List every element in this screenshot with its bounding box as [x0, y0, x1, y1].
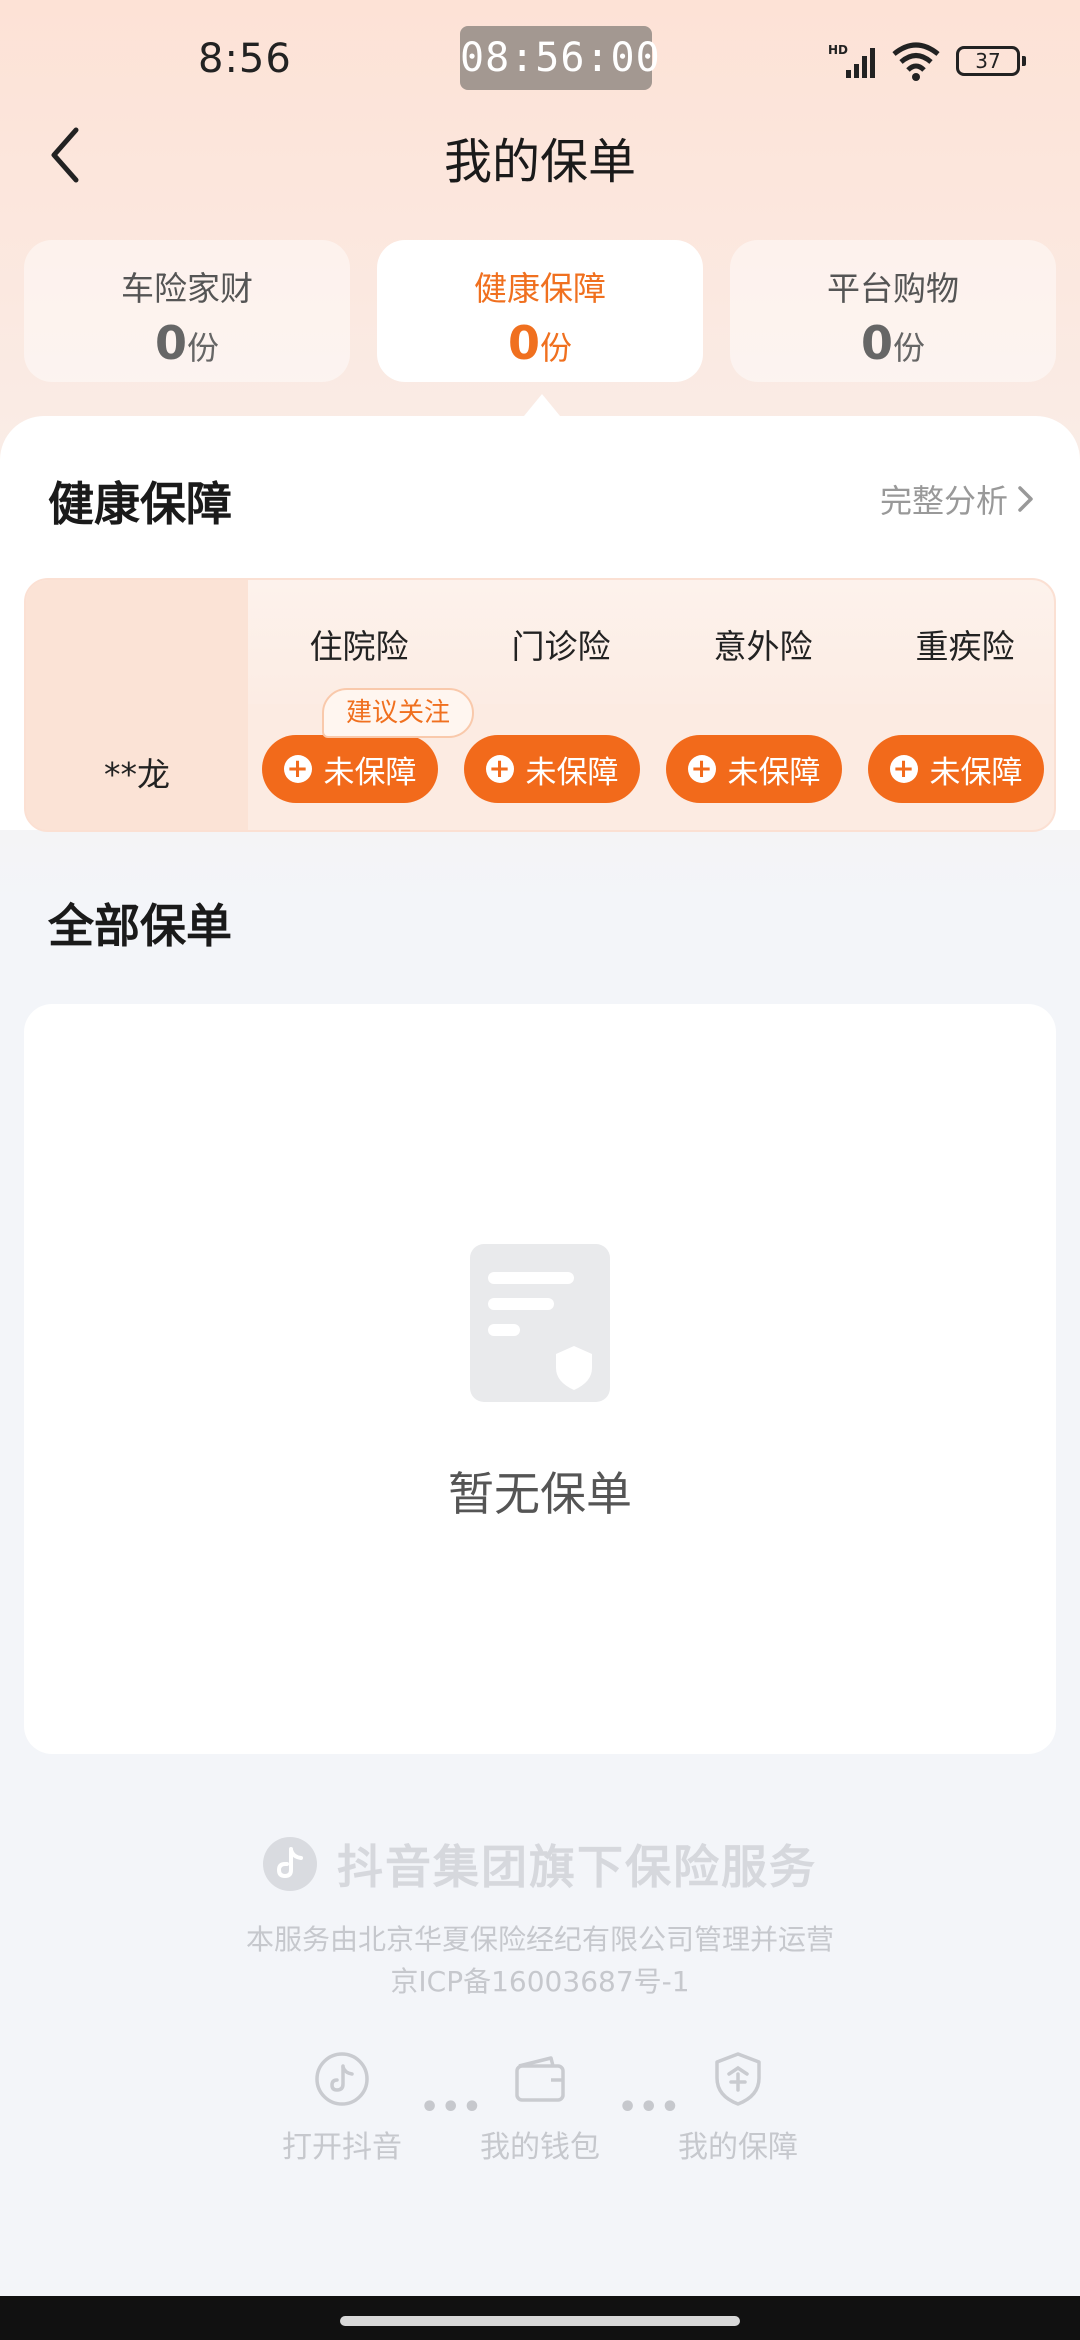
tab-pointer: [524, 394, 560, 416]
chevron-right-icon: [1018, 486, 1033, 512]
status-time: 8:56: [198, 36, 292, 82]
coverage-table: 住院险 门诊险 意外险 重疾险 **龙 + 未保障 + 未保障 + 未保障 + 未保障 …: [24, 578, 1056, 832]
svg-text:HD: HD: [828, 43, 848, 57]
tab-health[interactable]: 健康保障 0份: [377, 240, 703, 382]
operator-statement: 本服务由北京华夏保险经纪有限公司管理并运营: [245, 1923, 834, 1956]
signal-icon: HD: [828, 43, 875, 78]
category-tabs: 车险家财 0份 健康保障 0份 平台购物 0份: [24, 240, 1056, 385]
tab-count: 0份: [860, 316, 926, 370]
col-header-outpatient: 门诊险: [511, 627, 611, 666]
recommend-badge: 建议关注: [322, 688, 474, 738]
tab-label: 车险家财: [121, 269, 253, 308]
home-indicator[interactable]: [340, 2316, 740, 2326]
plus-icon: +: [889, 755, 918, 783]
plus-icon: +: [687, 755, 716, 783]
wallet-icon: [515, 2056, 565, 2102]
status-bar: 8:56 08:56:00 HD 37: [0, 0, 1080, 120]
douyin-logo-icon: [263, 1837, 317, 1891]
clock-overlay: 08:56:00: [460, 26, 660, 90]
footer-links: 打开抖音 ••• 我的钱包 ••• 我的保障: [0, 2050, 1080, 2180]
empty-document-icon: [470, 1244, 610, 1402]
brand-text: 抖音集团旗下保险服务: [337, 1840, 817, 1894]
critical-uncovered-button[interactable]: + 未保障: [868, 735, 1044, 803]
outpatient-uncovered-button[interactable]: + 未保障: [464, 735, 640, 803]
link-label: 我的钱包: [480, 2130, 600, 2165]
member-name: **龙: [104, 755, 170, 794]
shield-icon: [715, 2052, 761, 2106]
link-label: 打开抖音: [282, 2130, 402, 2165]
empty-state-text: 暂无保单: [448, 1467, 632, 1521]
section-title: 健康保障: [48, 477, 232, 531]
analysis-label: 完整分析: [879, 482, 1008, 520]
plus-icon: +: [283, 755, 312, 783]
all-policies-title: 全部保单: [48, 899, 232, 953]
tab-car-home[interactable]: 车险家财 0份: [24, 240, 350, 382]
douyin-circle-icon: [315, 2052, 369, 2106]
page-title: 我的保单: [443, 134, 636, 190]
wifi-icon: [892, 42, 940, 81]
col-header-critical: 重疾险: [915, 627, 1015, 666]
tab-count: 0份: [154, 316, 220, 370]
hospital-uncovered-button[interactable]: + 未保障: [262, 735, 438, 803]
my-wallet-link[interactable]: 我的钱包: [460, 2050, 620, 2166]
tab-label: 健康保障: [474, 269, 606, 308]
open-douyin-link[interactable]: 打开抖音: [262, 2050, 422, 2166]
policies-empty-card: 暂无保单: [24, 1004, 1056, 1754]
accident-uncovered-button[interactable]: + 未保障: [666, 735, 842, 803]
tab-label: 平台购物: [827, 269, 959, 308]
tab-count: 0份: [507, 316, 573, 370]
col-header-accident: 意外险: [713, 627, 813, 666]
link-label: 我的保障: [678, 2130, 798, 2165]
status-icons: HD 37: [828, 40, 1028, 86]
my-coverage-link[interactable]: 我的保障: [658, 2050, 818, 2166]
footer-brand: 抖音集团旗下保险服务: [0, 1834, 1080, 1894]
full-analysis-link[interactable]: 完整分析: [880, 476, 1036, 522]
battery-icon: 37: [956, 46, 1026, 76]
tab-shopping[interactable]: 平台购物 0份: [730, 240, 1056, 382]
plus-icon: +: [485, 755, 514, 783]
col-header-hospital: 住院险: [309, 627, 409, 666]
health-coverage-card: 健康保障 完整分析 住院险 门诊险 意外险 重疾险 **龙 + 未保障 + 未保障 …: [0, 416, 1080, 832]
icp-number[interactable]: 京ICP备16003687号-1: [0, 1960, 1080, 2000]
